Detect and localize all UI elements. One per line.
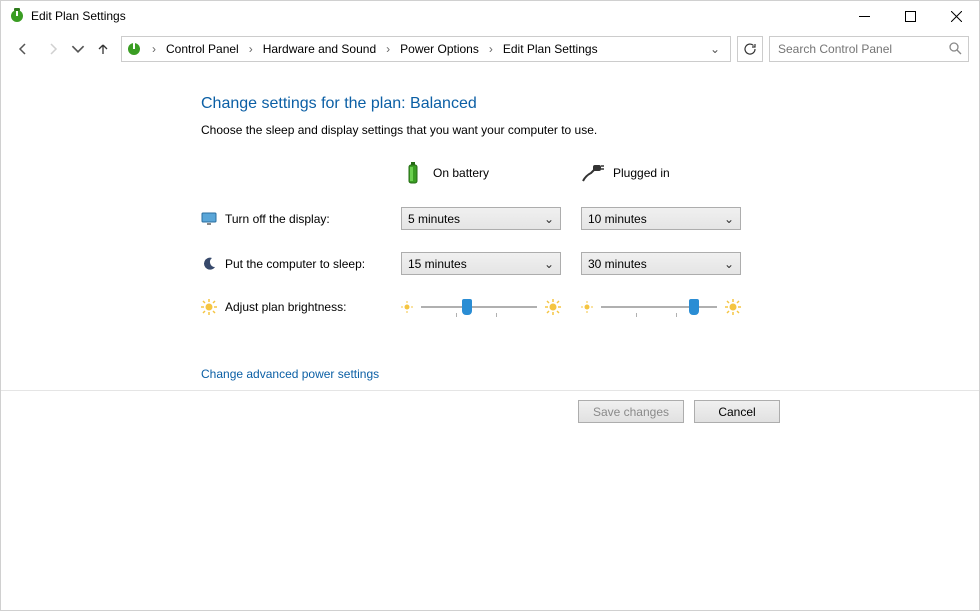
chevron-right-icon[interactable]: ›	[382, 42, 394, 56]
close-button[interactable]	[933, 1, 979, 31]
row-label-sleep: Put the computer to sleep:	[201, 256, 381, 272]
brightness-plugged-slider[interactable]	[601, 297, 717, 317]
sleep-battery-value: 15 minutes	[408, 257, 467, 271]
page-heading: Change settings for the plan: Balanced	[201, 95, 979, 113]
plug-icon	[581, 161, 605, 185]
breadcrumb-hardware-sound[interactable]: Hardware and Sound	[259, 40, 380, 58]
titlebar: Edit Plan Settings	[1, 1, 979, 31]
chevron-right-icon[interactable]: ›	[148, 42, 160, 56]
power-options-icon	[126, 41, 142, 57]
footer-separator	[1, 390, 979, 391]
sun-dim-icon	[581, 301, 593, 313]
up-button[interactable]	[91, 37, 115, 61]
advanced-settings-link[interactable]: Change advanced power settings	[201, 367, 379, 381]
display-plugged-value: 10 minutes	[588, 212, 647, 226]
brightness-plugged-cell	[581, 297, 741, 317]
cancel-button[interactable]: Cancel	[694, 400, 780, 423]
row-label-sleep-text: Put the computer to sleep:	[225, 257, 365, 271]
power-options-icon	[9, 8, 25, 24]
sun-dim-icon	[401, 301, 413, 313]
brightness-battery-slider[interactable]	[421, 297, 537, 317]
refresh-button[interactable]	[737, 36, 763, 62]
address-bar: › Control Panel › Hardware and Sound › P…	[1, 31, 979, 67]
brightness-battery-cell	[401, 297, 561, 317]
settings-grid: On battery Plugged in Turn off the displ…	[201, 161, 979, 317]
window-title: Edit Plan Settings	[31, 9, 126, 23]
row-label-display: Turn off the display:	[201, 211, 381, 227]
sleep-battery-select[interactable]: 15 minutes ⌄	[401, 252, 561, 275]
display-plugged-select[interactable]: 10 minutes ⌄	[581, 207, 741, 230]
column-header-plugged: Plugged in	[581, 161, 741, 185]
forward-button	[41, 37, 65, 61]
moon-icon	[201, 256, 217, 272]
save-changes-button: Save changes	[578, 400, 684, 423]
chevron-down-icon: ⌄	[544, 257, 554, 271]
search-icon[interactable]	[948, 41, 962, 58]
breadcrumb-current: Edit Plan Settings	[499, 40, 602, 58]
row-label-brightness-text: Adjust plan brightness:	[225, 300, 346, 314]
footer-buttons: Save changes Cancel	[578, 400, 780, 423]
recent-locations-button[interactable]	[71, 37, 85, 61]
back-button[interactable]	[11, 37, 35, 61]
monitor-icon	[201, 211, 217, 227]
column-header-plugged-label: Plugged in	[613, 166, 670, 180]
main-content: Change settings for the plan: Balanced C…	[1, 67, 979, 381]
sun-bright-icon	[725, 299, 741, 315]
breadcrumb-root[interactable]: Control Panel	[162, 40, 243, 58]
chevron-right-icon[interactable]: ›	[245, 42, 257, 56]
sun-icon	[201, 299, 217, 315]
display-battery-select[interactable]: 5 minutes ⌄	[401, 207, 561, 230]
row-label-display-text: Turn off the display:	[225, 212, 330, 226]
chevron-down-icon[interactable]: ⌄	[704, 42, 726, 56]
chevron-down-icon: ⌄	[724, 212, 734, 226]
chevron-down-icon: ⌄	[544, 212, 554, 226]
page-subheading: Choose the sleep and display settings th…	[201, 123, 979, 137]
column-header-battery-label: On battery	[433, 166, 489, 180]
breadcrumb[interactable]: › Control Panel › Hardware and Sound › P…	[121, 36, 731, 62]
sun-bright-icon	[545, 299, 561, 315]
sleep-plugged-select[interactable]: 30 minutes ⌄	[581, 252, 741, 275]
battery-icon	[401, 161, 425, 185]
column-header-battery: On battery	[401, 161, 561, 185]
row-label-brightness: Adjust plan brightness:	[201, 299, 381, 315]
sleep-plugged-value: 30 minutes	[588, 257, 647, 271]
chevron-right-icon[interactable]: ›	[485, 42, 497, 56]
search-input[interactable]	[776, 41, 948, 57]
search-box[interactable]	[769, 36, 969, 62]
display-battery-value: 5 minutes	[408, 212, 460, 226]
minimize-button[interactable]	[841, 1, 887, 31]
maximize-button[interactable]	[887, 1, 933, 31]
chevron-down-icon: ⌄	[724, 257, 734, 271]
breadcrumb-power-options[interactable]: Power Options	[396, 40, 483, 58]
